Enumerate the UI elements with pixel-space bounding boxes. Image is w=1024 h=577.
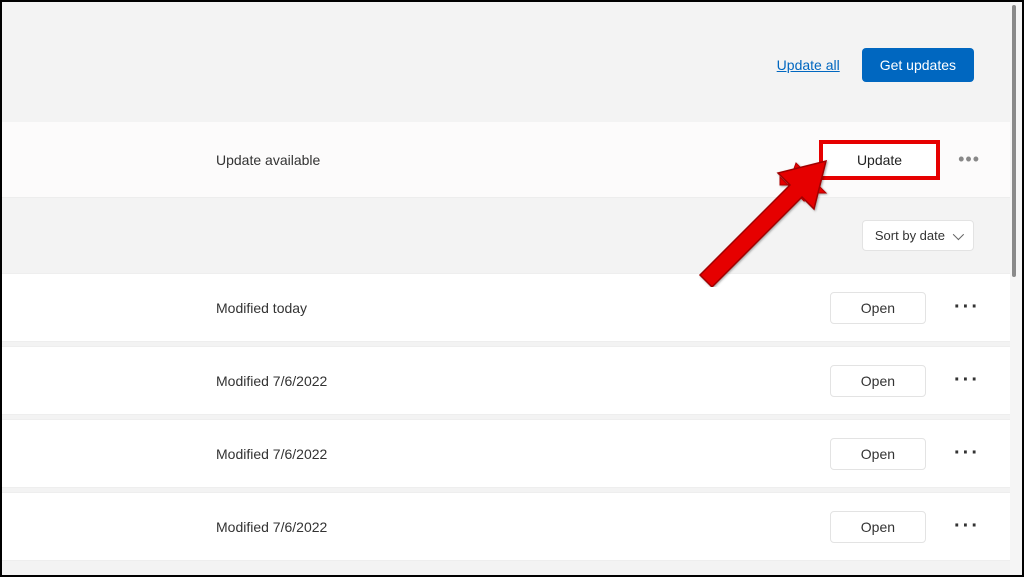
more-options-icon[interactable]: ••• (952, 145, 986, 174)
list-item: Modified 7/6/2022 Open ··· (2, 419, 1010, 488)
open-button[interactable]: Open (830, 292, 926, 324)
main-content: Update all Get updates Update available … (2, 2, 1010, 575)
modified-text: Modified 7/6/2022 (216, 446, 327, 462)
update-all-link[interactable]: Update all (777, 57, 840, 73)
sort-label: Sort by date (875, 228, 945, 243)
modified-text: Modified 7/6/2022 (216, 519, 327, 535)
get-updates-button[interactable]: Get updates (862, 48, 974, 82)
modified-text: Modified today (216, 300, 307, 316)
update-row-actions: Update ••• (819, 140, 986, 180)
modified-text: Modified 7/6/2022 (216, 373, 327, 389)
more-options-icon[interactable]: ··· (948, 511, 986, 542)
item-actions: Open ··· (830, 365, 986, 397)
item-actions: Open ··· (830, 438, 986, 470)
open-button[interactable]: Open (830, 365, 926, 397)
scrollbar[interactable] (1010, 5, 1018, 285)
more-options-icon[interactable]: ··· (948, 365, 986, 396)
sort-bar: Sort by date (2, 198, 1010, 273)
update-available-row: Update available Update ••• (2, 122, 1010, 198)
list-item: Modified 7/6/2022 Open ··· (2, 346, 1010, 415)
open-button[interactable]: Open (830, 438, 926, 470)
scrollbar-thumb[interactable] (1012, 5, 1016, 277)
item-actions: Open ··· (830, 292, 986, 324)
header-actions: Update all Get updates (2, 2, 1010, 122)
list-item: Modified 7/6/2022 Open ··· (2, 492, 1010, 561)
open-button[interactable]: Open (830, 511, 926, 543)
more-options-icon[interactable]: ··· (948, 292, 986, 323)
item-actions: Open ··· (830, 511, 986, 543)
update-button[interactable]: Update (819, 140, 940, 180)
sort-by-button[interactable]: Sort by date (862, 220, 974, 251)
list-item: Modified today Open ··· (2, 273, 1010, 342)
update-status-text: Update available (216, 152, 320, 168)
more-options-icon[interactable]: ··· (948, 438, 986, 469)
chevron-down-icon (953, 228, 964, 239)
